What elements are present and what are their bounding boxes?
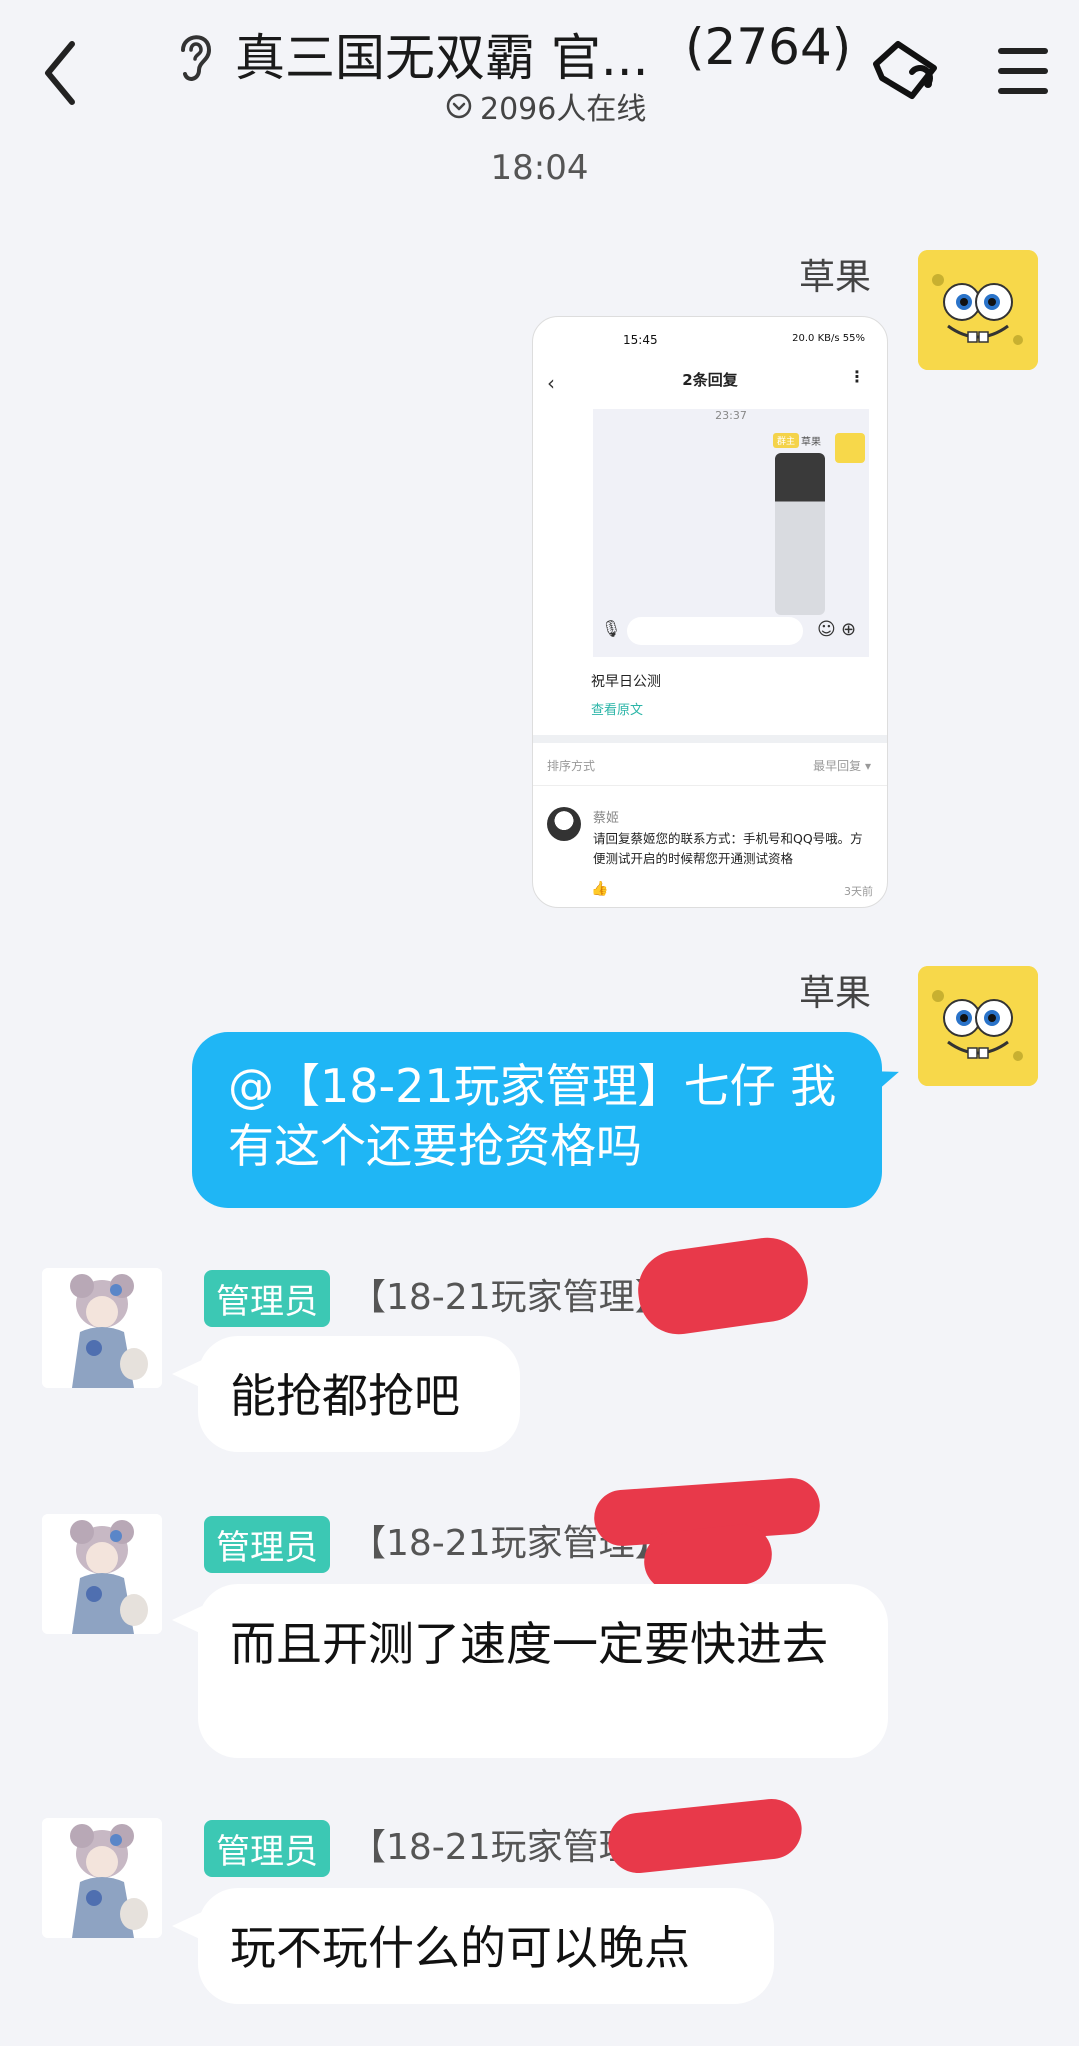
- thumbnail-image: [775, 453, 825, 615]
- sender-name: 草果: [799, 257, 872, 298]
- avatar[interactable]: [918, 966, 1038, 1086]
- avatar[interactable]: [918, 250, 1038, 370]
- divider: [533, 785, 887, 786]
- ear-icon[interactable]: [173, 28, 215, 84]
- comment-time: 3天前: [844, 885, 873, 898]
- sender-name: 【18-21玩家管理: [350, 1827, 635, 1868]
- status-right: 20.0 KB/s 55%: [792, 333, 865, 344]
- sort-label: 排序方式: [547, 759, 596, 773]
- status-time: 15:45: [623, 333, 658, 347]
- owner-badge: 群主: [773, 433, 800, 448]
- sort-value: 最早回复 ▾: [813, 759, 871, 773]
- reply-title: 2条回复: [682, 371, 738, 389]
- comment-text: 请回复蔡姬您的联系方式：手机号和QQ号哦。方便测试开启的时候帮您开通测试资格: [593, 831, 863, 866]
- admin-badge: 管理员: [204, 1516, 330, 1573]
- anime-girl-avatar-image: [42, 1268, 162, 1388]
- emoji-icon: ☺: [817, 619, 836, 640]
- inner-name: 草果: [801, 437, 821, 448]
- avatar[interactable]: [42, 1514, 162, 1634]
- anime-girl-avatar-image: [42, 1514, 162, 1634]
- message-bubble[interactable]: @【18-21玩家管理】七仔 我有这个还要抢资格吗: [192, 1032, 882, 1208]
- post-text: 祝早日公测: [591, 674, 661, 690]
- mic-icon: 🎙: [601, 619, 622, 638]
- view-original-link: 查看原文: [591, 703, 644, 718]
- chevron-circle-icon: [446, 93, 472, 119]
- time-separator: 18:04: [490, 148, 589, 188]
- more-icon: ⋮: [849, 367, 865, 386]
- avatar[interactable]: [42, 1818, 162, 1938]
- back-icon[interactable]: [40, 38, 80, 108]
- inner-time: 23:37: [715, 409, 747, 422]
- redaction-mark: [632, 1232, 814, 1340]
- input-field: [627, 617, 803, 645]
- sender-name: 草果: [799, 973, 872, 1014]
- avatar: [835, 433, 865, 463]
- message-bubble[interactable]: 而且开测了速度一定要快进去: [198, 1584, 888, 1758]
- admin-badge: 管理员: [204, 1820, 330, 1877]
- redaction-mark: [605, 1796, 805, 1876]
- avatar: [547, 807, 581, 841]
- divider: [533, 735, 887, 743]
- message-bubble[interactable]: 玩不玩什么的可以晚点: [198, 1888, 774, 2004]
- sender-name: 【18-21玩家管理】: [350, 1277, 671, 1318]
- group-title[interactable]: 真三国无双霸 官...: [235, 18, 649, 90]
- plus-icon: ⊕: [841, 619, 857, 640]
- spongebob-avatar-image: [918, 250, 1038, 370]
- commenter-name: 蔡姬: [593, 811, 620, 826]
- spongebob-avatar-image: [918, 966, 1038, 1086]
- like-icon: 👍: [591, 881, 609, 897]
- anime-girl-avatar-image: [42, 1818, 162, 1938]
- menu-icon[interactable]: [996, 46, 1050, 96]
- online-status[interactable]: 2096人在线: [446, 84, 646, 128]
- shared-screenshot[interactable]: 15:45 20.0 KB/s 55% ‹ 2条回复 ⋮ 23:37 群主 草果…: [532, 316, 888, 908]
- avatar[interactable]: [42, 1268, 162, 1388]
- online-count: 2096人在线: [480, 92, 647, 127]
- member-count: (2764): [685, 18, 852, 76]
- inner-chat: 23:37 群主 草果 🎙 ☺ ⊕: [593, 409, 869, 657]
- tag-icon[interactable]: [868, 38, 944, 104]
- message-bubble[interactable]: 能抢都抢吧: [198, 1336, 520, 1452]
- admin-badge: 管理员: [204, 1270, 330, 1327]
